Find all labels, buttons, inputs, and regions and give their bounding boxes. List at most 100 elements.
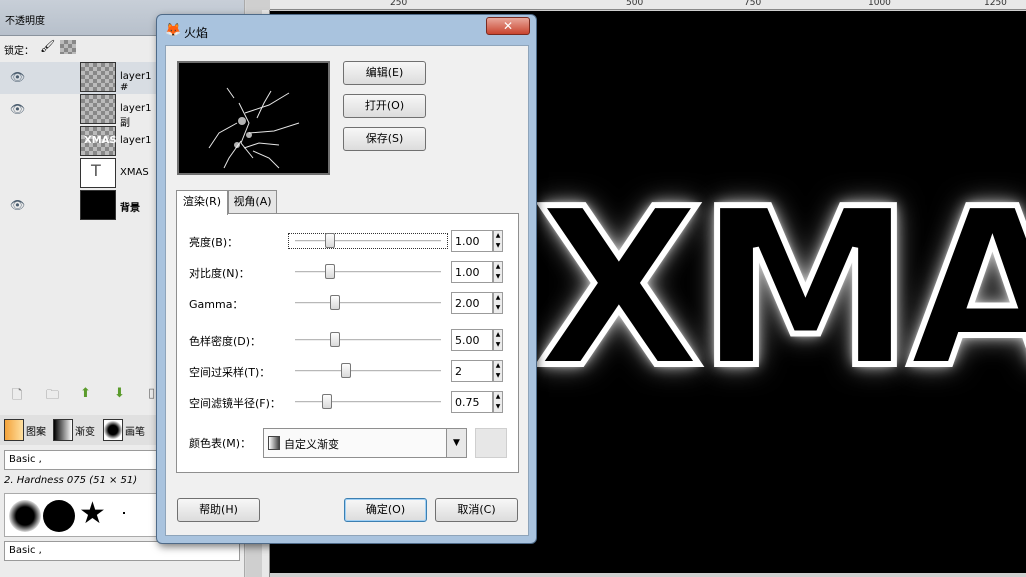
slider-knob[interactable] (325, 233, 335, 248)
slider-knob[interactable] (325, 264, 335, 279)
layer-thumbnail (80, 94, 116, 124)
gamma-spin[interactable]: 2.00 (451, 292, 493, 314)
gamma-slider[interactable] (295, 295, 441, 310)
spin-arrows-icon[interactable]: ▲ ▼ (493, 230, 503, 252)
slider-knob[interactable] (330, 295, 340, 310)
alpha-lock-icon[interactable] (60, 40, 76, 54)
slider-label: 空间滤镜半径(F)： (189, 397, 281, 410)
ruler-mark: 1000 (868, 0, 891, 8)
slider-row-sample-density: 色样密度(D)： 5.00 ▲ ▼ (177, 328, 518, 352)
sample-density-spin[interactable]: 5.00 (451, 329, 493, 351)
eye-icon[interactable]: 👁 (10, 198, 25, 212)
spin-arrows-icon[interactable]: ▲ ▼ (493, 292, 503, 314)
layer-row[interactable]: T XMAS (0, 158, 160, 190)
ruler-mark: 250 (390, 0, 408, 8)
brush-lock-icon[interactable]: 🖌 (40, 39, 55, 53)
filter-radius-spin[interactable]: 0.75 (451, 391, 493, 413)
pixel-brush-icon[interactable] (123, 512, 125, 514)
soft-brush-icon[interactable] (9, 500, 41, 532)
hard-brush-icon[interactable] (43, 500, 75, 532)
layer-toolbar: 🗋 🗀 ⬆ ⬇ ▯ (0, 386, 160, 406)
brightness-slider[interactable] (288, 233, 448, 249)
brush-icon (103, 419, 123, 441)
brush-tag-field-2[interactable]: Basic , (4, 541, 240, 561)
new-layer-icon[interactable]: 🗋 (12, 386, 22, 408)
star-brush-icon[interactable]: ★ (79, 496, 106, 531)
gradient-icon (53, 419, 73, 441)
lock-label: 锁定： (4, 46, 34, 57)
layer-thumbnail (80, 190, 116, 220)
oversample-slider[interactable] (295, 363, 441, 378)
brightness-spin[interactable]: 1.00 (451, 230, 493, 252)
cancel-button[interactable]: 取消(C) (435, 498, 518, 522)
save-button[interactable]: 保存(S) (343, 127, 426, 151)
gradient-icon (268, 436, 280, 450)
colormap-swatch (475, 428, 507, 458)
gimp-icon: 🦊 (165, 23, 182, 38)
eye-icon[interactable]: 👁 (10, 70, 25, 84)
layer-row[interactable]: XMAS layer1 (0, 126, 160, 158)
slider-label: 亮度(B)： (189, 236, 239, 249)
slider-row-brightness: 亮度(B)： 1.00 ▲ ▼ (177, 229, 518, 253)
tab-render[interactable]: 渲染(R) (176, 190, 228, 215)
dialog-titlebar[interactable]: 🦊 火焰 ✕ (157, 15, 536, 45)
open-button[interactable]: 打开(O) (343, 94, 426, 118)
filter-radius-slider[interactable] (295, 394, 441, 409)
layer-row[interactable]: 👁 layer1副 (0, 94, 160, 129)
horizontal-ruler: 250 500 750 1000 1250 (270, 0, 1026, 10)
slider-knob[interactable] (330, 332, 340, 347)
dialog-body: 编辑(E) 打开(O) 保存(S) 渲染(R) 视角(A) 亮度(B)： 1.0… (165, 45, 529, 536)
tab-gradients[interactable]: 渐变 (53, 417, 95, 443)
chevron-down-icon[interactable]: ▼ (446, 429, 466, 457)
layer-name: layer1 # (120, 71, 152, 93)
spin-arrows-icon[interactable]: ▲ ▼ (493, 329, 503, 351)
layer-name: layer1 (120, 135, 152, 146)
help-button[interactable]: 帮助(H) (177, 498, 260, 522)
ok-button[interactable]: 确定(O) (344, 498, 427, 522)
layer-name: XMAS (120, 167, 149, 178)
ruler-mark: 750 (744, 0, 762, 8)
close-button[interactable]: ✕ (486, 17, 530, 35)
pattern-icon (4, 419, 24, 441)
ruler-mark: 1250 (984, 0, 1007, 8)
slider-label: 色样密度(D)： (189, 335, 262, 348)
layer-row[interactable]: 👁 layer1 # (0, 62, 160, 94)
layer-thumbnail (80, 62, 116, 92)
contrast-slider[interactable] (295, 264, 441, 279)
slider-knob[interactable] (322, 394, 332, 409)
sample-density-slider[interactable] (295, 332, 441, 347)
spin-arrows-icon[interactable]: ▲ ▼ (493, 360, 503, 382)
new-group-icon[interactable]: 🗀 (46, 386, 59, 408)
slider-label: 对比度(N)： (189, 267, 250, 280)
spin-arrows-icon[interactable]: ▲ ▼ (493, 391, 503, 413)
lower-layer-icon[interactable]: ⬇ (114, 386, 125, 401)
slider-knob[interactable] (341, 363, 351, 378)
slider-label: Gamma： (189, 298, 244, 311)
spin-arrows-icon[interactable]: ▲ ▼ (493, 261, 503, 283)
raise-layer-icon[interactable]: ⬆ (80, 386, 91, 401)
eye-icon[interactable]: 👁 (10, 102, 25, 116)
colormap-select[interactable]: 自定义渐变 ▼ (263, 428, 467, 458)
opacity-label: 不透明度 (5, 16, 45, 27)
thumbnail-text: XMAS (84, 135, 117, 146)
slider-row-contrast: 对比度(N)： 1.00 ▲ ▼ (177, 260, 518, 284)
layer-row[interactable]: 👁 背景 (0, 190, 160, 222)
tab-brushes[interactable]: 画笔 (103, 417, 145, 443)
contrast-spin[interactable]: 1.00 (451, 261, 493, 283)
slider-row-oversample: 空间过采样(T)： 2 ▲ ▼ (177, 359, 518, 383)
glowing-text: XMAS (532, 163, 1026, 416)
text-tool-icon: T (91, 161, 101, 180)
duplicate-layer-icon[interactable]: ▯ (148, 386, 155, 401)
colormap-value: 自定义渐变 (284, 438, 339, 451)
flame-preview-image (208, 87, 300, 169)
tab-patterns[interactable]: 图案 (4, 417, 46, 443)
flame-dialog: 🦊 火焰 ✕ 编辑(E) 打开(O) 保存(S) 渲染(R) 视角(A) 亮度(… (156, 14, 537, 544)
colormap-label: 颜色表(M)： (189, 437, 252, 450)
dialog-title: 火焰 (184, 26, 209, 40)
oversample-spin[interactable]: 2 (451, 360, 493, 382)
layer-thumbnail: XMAS (80, 126, 117, 156)
tab-camera[interactable]: 视角(A) (228, 190, 277, 214)
tab-label: 图案 (26, 426, 46, 438)
layer-name: 背景 (120, 203, 140, 214)
edit-button[interactable]: 编辑(E) (343, 61, 426, 85)
